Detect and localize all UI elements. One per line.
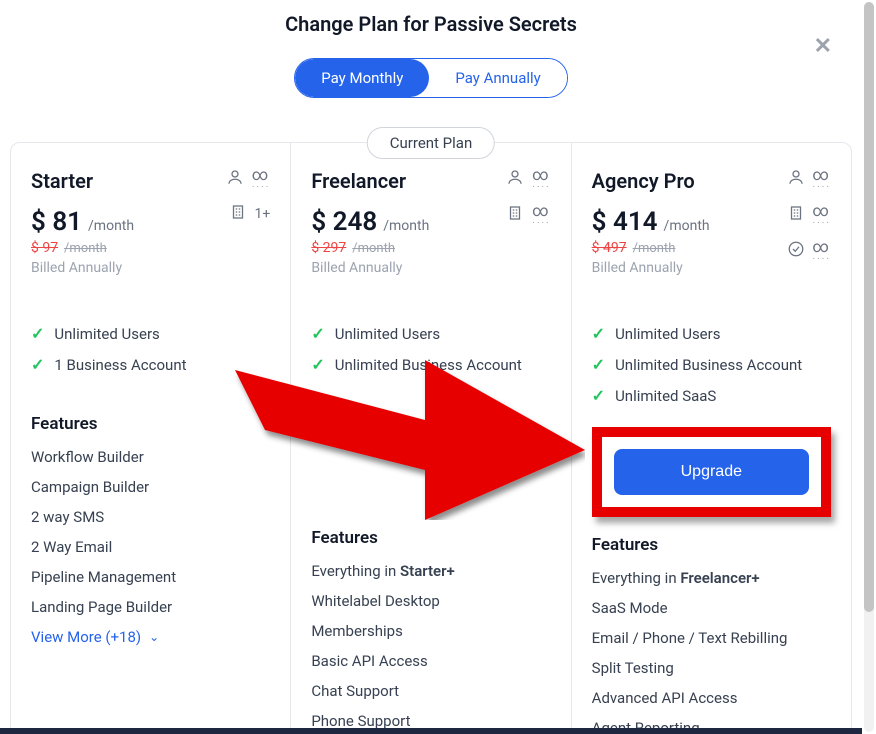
plan-meta-icons: ∞···· ∞····	[506, 167, 550, 227]
plan-freelancer: ∞···· ∞···· Freelancer $ 248 /month $ 29…	[290, 143, 570, 732]
bullet-row: ✓ Unlimited Business Account	[311, 355, 550, 374]
feature-item: Split Testing	[592, 659, 831, 677]
bullet-row: ✓ Unlimited SaaS	[592, 386, 831, 405]
plan-old-per: /month	[633, 241, 676, 256]
check-icon: ✓	[311, 355, 324, 374]
chevron-down-icon: ⌄	[149, 630, 159, 644]
features-heading: Features	[592, 535, 831, 555]
check-icon: ✓	[592, 355, 605, 374]
plan-agency-pro: ∞···· ∞···· ∞···· Agency Pro $ 414 /mont…	[571, 143, 851, 732]
plan-per: /month	[664, 218, 710, 234]
bullet-text: Unlimited SaaS	[615, 387, 716, 405]
feature-item: 2 Way Email	[31, 538, 270, 556]
pay-monthly-tab[interactable]: Pay Monthly	[295, 59, 429, 97]
bullet-row: ✓ Unlimited Users	[311, 324, 550, 343]
infinity-icon: ∞····	[532, 167, 550, 191]
plan-per: /month	[88, 218, 134, 234]
view-more-link[interactable]: View More (+18) ⌄	[31, 628, 270, 646]
user-icon	[226, 168, 244, 190]
infinity-icon: ∞····	[532, 203, 550, 227]
bullet-row: ✓ Unlimited Business Account	[592, 355, 831, 374]
plan-old-per: /month	[64, 241, 107, 256]
check-icon: ✓	[31, 324, 44, 343]
check-icon: ✓	[592, 386, 605, 405]
feature-item: Campaign Builder	[31, 478, 270, 496]
user-icon	[787, 168, 805, 190]
feature-item: Everything in Freelancer+	[592, 569, 831, 587]
plan-price: $ 81	[31, 207, 82, 237]
check-icon: ✓	[31, 355, 44, 374]
infinity-icon: ∞····	[813, 167, 831, 191]
feature-item: 2 way SMS	[31, 508, 270, 526]
upgrade-highlight: Upgrade	[592, 427, 831, 517]
bottom-edge	[0, 728, 862, 734]
plan-price: $ 414	[592, 207, 658, 237]
building-icon	[787, 204, 805, 226]
badge-1plus: 1+	[255, 206, 271, 222]
view-more-text: View More (+18)	[31, 628, 141, 646]
bullet-text: Unlimited Users	[615, 325, 720, 343]
bullet-text: 1 Business Account	[54, 356, 186, 374]
feature-item: Advanced API Access	[592, 689, 831, 707]
feature-item: Whitelabel Desktop	[311, 592, 550, 610]
pay-annually-tab[interactable]: Pay Annually	[429, 59, 566, 97]
billing-toggle: Pay Monthly Pay Annually	[294, 58, 568, 98]
bullet-text: Unlimited Business Account	[615, 356, 802, 374]
billed-annually: Billed Annually	[311, 260, 550, 276]
building-icon	[229, 203, 247, 225]
feature-item: Chat Support	[311, 682, 550, 700]
plan-price: $ 248	[311, 207, 377, 237]
plan-old-price: $ 97	[31, 240, 58, 256]
user-icon	[506, 168, 524, 190]
billed-annually: Billed Annually	[31, 260, 270, 276]
feature-item: Pipeline Management	[31, 568, 270, 586]
plan-old-price: $ 297	[311, 240, 346, 256]
infinity-icon: ∞····	[252, 167, 270, 191]
feature-item: Everything in Starter+	[311, 562, 550, 580]
saas-icon	[787, 240, 805, 262]
plan-per: /month	[383, 218, 429, 234]
bullet-row: ✓ 1 Business Account	[31, 355, 270, 374]
upgrade-button[interactable]: Upgrade	[614, 449, 809, 495]
bullet-text: Unlimited Users	[335, 325, 440, 343]
infinity-icon: ∞····	[813, 239, 831, 263]
building-icon	[506, 204, 524, 226]
bullet-text: Unlimited Users	[54, 325, 159, 343]
plan-meta-icons: ∞···· 1+	[226, 167, 270, 225]
check-icon: ✓	[592, 324, 605, 343]
infinity-icon: ∞····	[813, 203, 831, 227]
scrollbar-thumb[interactable]	[864, 2, 874, 612]
check-icon: ✓	[311, 324, 324, 343]
features-heading: Features	[311, 528, 550, 548]
plan-starter: ∞···· 1+ Starter $ 81 /month $ 97 /month…	[11, 143, 290, 732]
page-title: Change Plan for Passive Secrets	[0, 12, 862, 36]
feature-item: Landing Page Builder	[31, 598, 270, 616]
bullet-row: ✓ Unlimited Users	[592, 324, 831, 343]
feature-item: Memberships	[311, 622, 550, 640]
plan-old-price: $ 497	[592, 240, 627, 256]
current-plan-badge: Current Plan	[367, 127, 495, 159]
bullet-text: Unlimited Business Account	[335, 356, 522, 374]
bullet-row: ✓ Unlimited Users	[31, 324, 270, 343]
feature-item: Email / Phone / Text Rebilling	[592, 629, 831, 647]
feature-item: Workflow Builder	[31, 448, 270, 466]
plan-meta-icons: ∞···· ∞···· ∞····	[787, 167, 831, 263]
features-heading: Features	[31, 414, 270, 434]
plan-old-per: /month	[352, 241, 395, 256]
feature-item: Basic API Access	[311, 652, 550, 670]
close-icon[interactable]: ✕	[814, 34, 832, 59]
feature-item: SaaS Mode	[592, 599, 831, 617]
pricing-cards: ∞···· 1+ Starter $ 81 /month $ 97 /month…	[10, 142, 852, 732]
